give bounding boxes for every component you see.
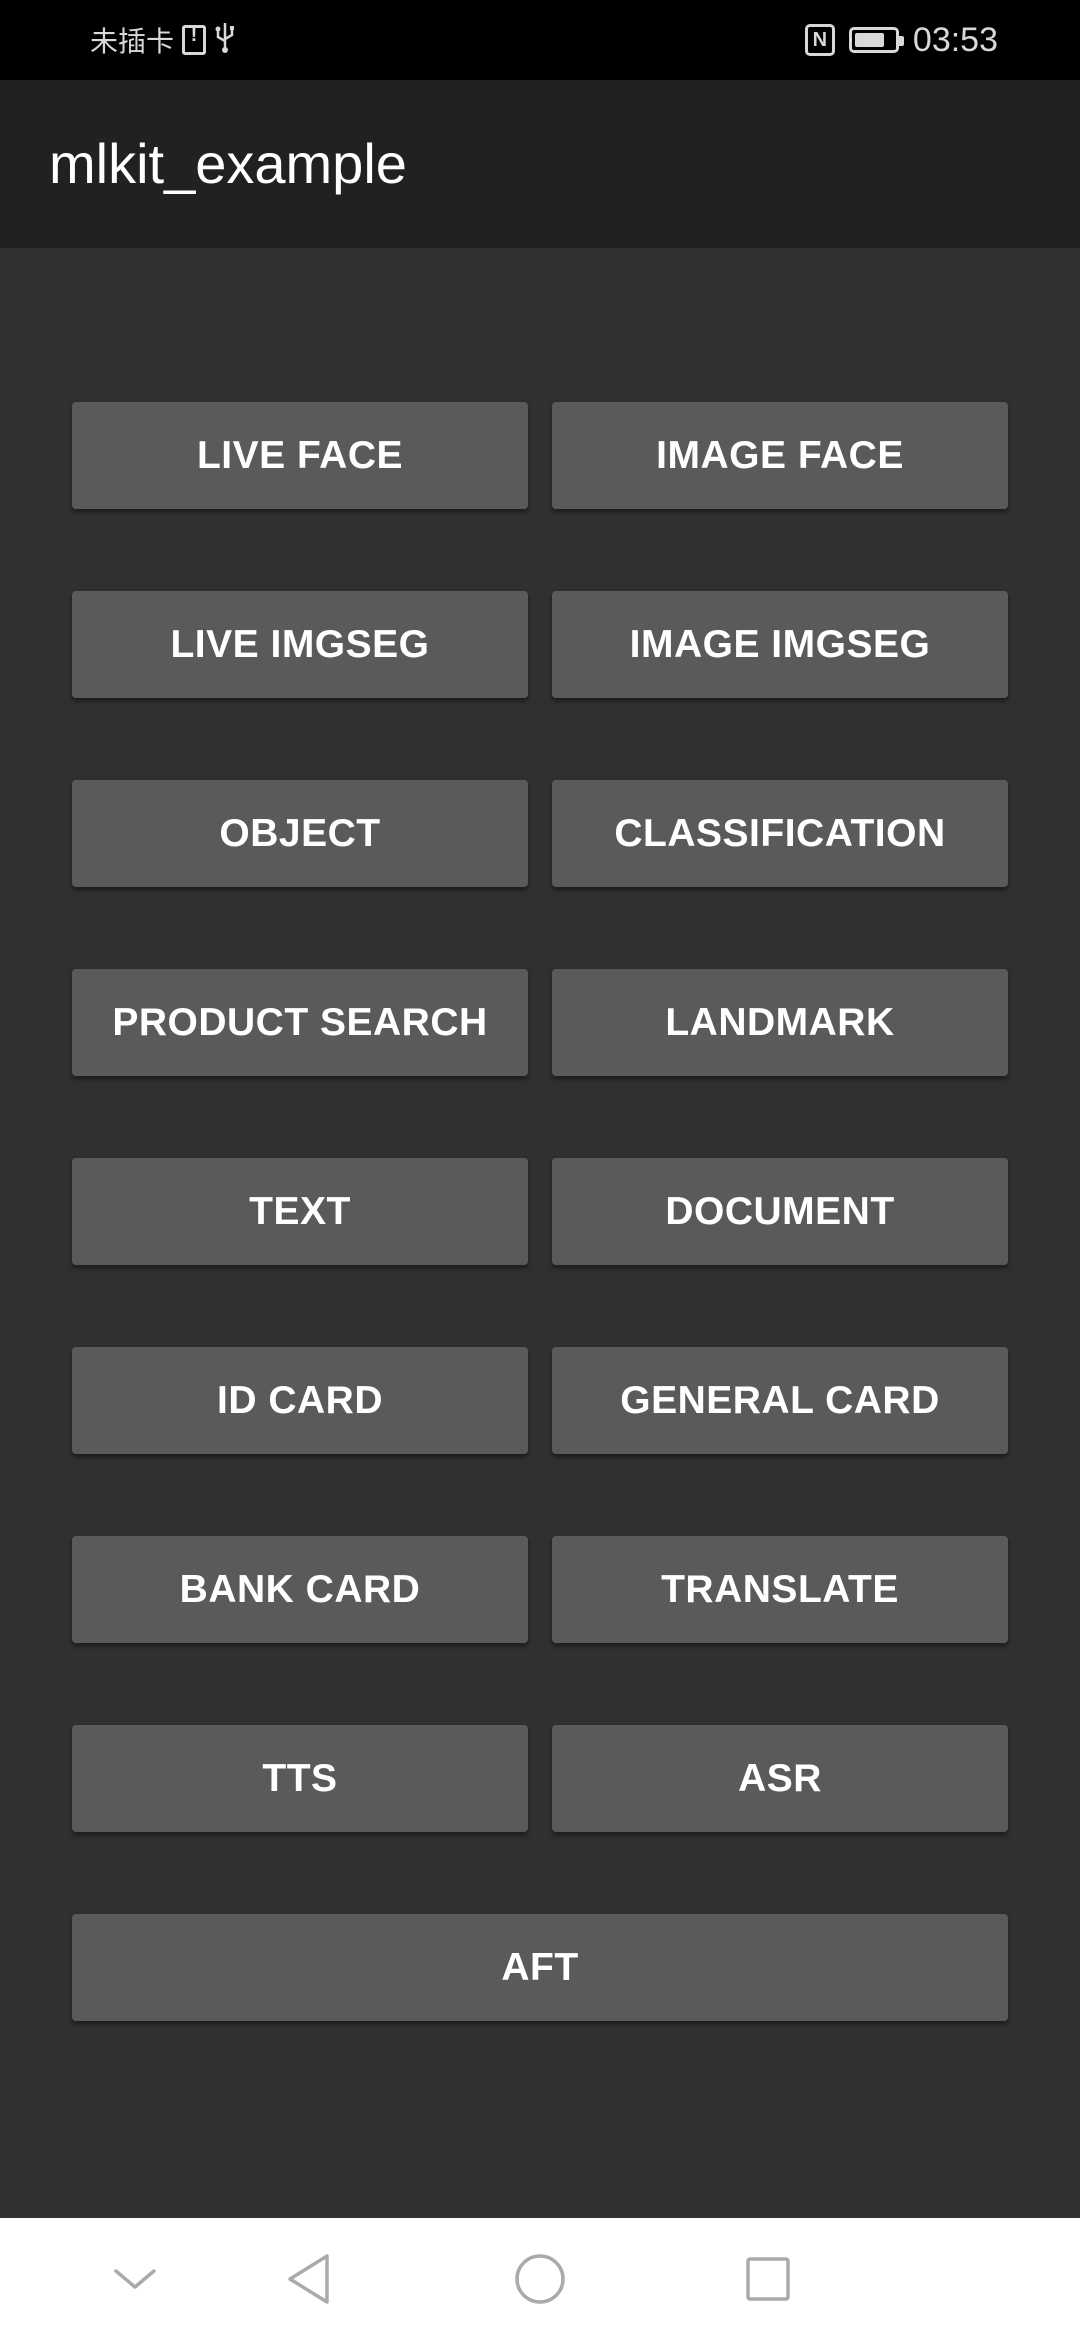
- carrier-text: 未插卡: [90, 26, 175, 57]
- object-button[interactable]: OBJECT: [72, 780, 528, 887]
- recents-button[interactable]: [708, 2218, 828, 2340]
- battery-icon: [848, 27, 904, 53]
- back-button[interactable]: [249, 2218, 369, 2340]
- document-button[interactable]: DOCUMENT: [552, 1158, 1008, 1265]
- bank-card-button[interactable]: BANK CARD: [72, 1536, 528, 1643]
- chevron-down-icon: [114, 2269, 156, 2289]
- asr-button[interactable]: ASR: [552, 1725, 1008, 1832]
- aft-button[interactable]: AFT: [72, 1914, 1008, 2021]
- home-icon: [515, 2254, 565, 2304]
- battery-level-fill: [854, 33, 884, 47]
- general-card-button[interactable]: GENERAL CARD: [552, 1347, 1008, 1454]
- status-right: N 03:53: [804, 0, 998, 80]
- back-icon: [288, 2254, 329, 2304]
- translate-button[interactable]: TRANSLATE: [552, 1536, 1008, 1643]
- id-card-button[interactable]: ID CARD: [72, 1347, 528, 1454]
- live-face-button[interactable]: LIVE FACE: [72, 402, 528, 509]
- landmark-button[interactable]: LANDMARK: [552, 969, 1008, 1076]
- product-search-button[interactable]: PRODUCT SEARCH: [72, 969, 528, 1076]
- tts-button[interactable]: TTS: [72, 1725, 528, 1832]
- hide-nav-button[interactable]: [75, 2218, 195, 2340]
- home-button[interactable]: [480, 2218, 600, 2340]
- live-imgseg-button[interactable]: LIVE IMGSEG: [72, 591, 528, 698]
- recents-icon: [746, 2257, 790, 2301]
- sim-alert-icon: [182, 24, 207, 55]
- nfc-icon: N: [804, 24, 835, 56]
- battery-tip: [898, 36, 904, 46]
- image-imgseg-button[interactable]: IMAGE IMGSEG: [552, 591, 1008, 698]
- status-left: 未插卡: [90, 0, 236, 80]
- image-face-button[interactable]: IMAGE FACE: [552, 402, 1008, 509]
- usb-icon: [214, 21, 236, 59]
- classification-button[interactable]: CLASSIFICATION: [552, 780, 1008, 887]
- system-nav-bar: [0, 2218, 1080, 2340]
- clock: 03:53: [912, 20, 998, 59]
- content-area: LIVE FACE IMAGE FACE LIVE IMGSEG IMAGE I…: [0, 248, 1080, 2218]
- status-bar: 未插卡 N 03:53: [0, 0, 1080, 80]
- text-button[interactable]: TEXT: [72, 1158, 528, 1265]
- app-bar: mlkit_example: [0, 80, 1080, 248]
- app-title: mlkit_example: [49, 132, 407, 195]
